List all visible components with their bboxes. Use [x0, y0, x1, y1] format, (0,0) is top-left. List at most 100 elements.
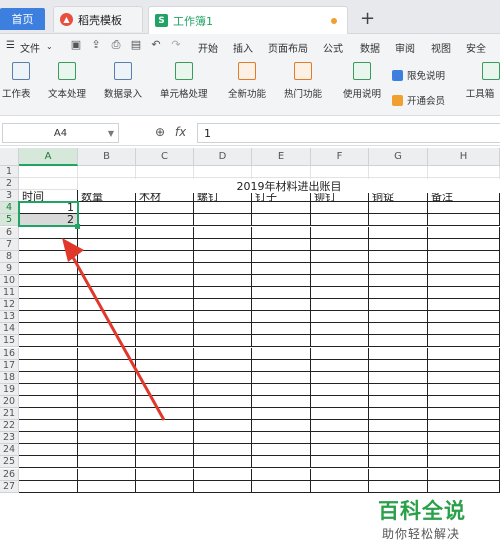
cell-f7[interactable] [311, 238, 369, 251]
cell-f16[interactable] [311, 347, 369, 360]
cell-f19[interactable] [311, 383, 369, 396]
spreadsheet-grid[interactable]: A B C D E F G H 1 2 3 时间 数量 木材 螺钉 钉子 铆钉 铜锭 备注 4 1 5 2 6 7 8 9 10 11 1… [0, 148, 500, 553]
cell-c17[interactable] [136, 359, 194, 372]
select-all-corner[interactable] [0, 148, 19, 166]
cell-e25[interactable] [252, 456, 311, 469]
cell-g4[interactable] [369, 202, 428, 215]
formula-input[interactable]: 1 [197, 123, 500, 143]
column-header-b[interactable]: B [78, 148, 136, 166]
row-header-15[interactable]: 15 [0, 335, 19, 348]
cell-e4[interactable] [252, 202, 311, 215]
menu-start[interactable]: 开始 [198, 40, 218, 55]
text-processing-button[interactable]: 文本处理 [48, 62, 86, 100]
cell-e1[interactable] [252, 166, 311, 179]
cell-g21[interactable] [369, 408, 428, 421]
cell-c24[interactable] [136, 444, 194, 457]
menu-file[interactable]: 文件 [20, 40, 40, 55]
cell-c7[interactable] [136, 238, 194, 251]
cell-h26[interactable] [428, 468, 500, 481]
cell-c5[interactable] [136, 214, 194, 227]
cell-b6[interactable] [78, 226, 136, 239]
row-header-19[interactable]: 19 [0, 383, 19, 396]
open-member-button[interactable]: 开通会员 [392, 93, 445, 107]
hamburger-icon[interactable]: ☰ [6, 40, 15, 51]
free-limit-button[interactable]: 限免说明 [392, 68, 445, 82]
fx-icon[interactable]: fx [175, 125, 186, 139]
cell-h20[interactable] [428, 395, 500, 408]
cell-e13[interactable] [252, 311, 311, 324]
cell-c22[interactable] [136, 420, 194, 433]
menu-view[interactable]: 视图 [431, 40, 451, 55]
cell-f4[interactable] [311, 202, 369, 215]
cell-c12[interactable] [136, 299, 194, 312]
cell-h13[interactable] [428, 311, 500, 324]
cell-g14[interactable] [369, 323, 428, 336]
cell-e11[interactable] [252, 287, 311, 300]
cell-b23[interactable] [78, 432, 136, 445]
cell-h19[interactable] [428, 383, 500, 396]
cell-h9[interactable] [428, 262, 500, 275]
cell-d6[interactable] [194, 226, 252, 239]
cell-h15[interactable] [428, 335, 500, 348]
cell-g1[interactable] [369, 166, 428, 179]
new-tab-button[interactable]: + [360, 8, 375, 29]
row-header-21[interactable]: 21 [0, 408, 19, 421]
cell-g22[interactable] [369, 420, 428, 433]
cell-h27[interactable] [428, 480, 500, 493]
cell-a17[interactable] [19, 359, 78, 372]
cell-h22[interactable] [428, 420, 500, 433]
cell-a15[interactable] [19, 335, 78, 348]
cell-b14[interactable] [78, 323, 136, 336]
cell-a24[interactable] [19, 444, 78, 457]
cell-g13[interactable] [369, 311, 428, 324]
row-header-20[interactable]: 20 [0, 395, 19, 408]
row-header-18[interactable]: 18 [0, 371, 19, 384]
cell-a19[interactable] [19, 383, 78, 396]
column-header-e[interactable]: E [252, 148, 311, 166]
row-header-24[interactable]: 24 [0, 444, 19, 457]
data-entry-button[interactable]: 数据录入 [104, 62, 142, 100]
cell-d7[interactable] [194, 238, 252, 251]
cell-b27[interactable] [78, 480, 136, 493]
menu-page-layout[interactable]: 页面布局 [268, 40, 308, 55]
cell-a12[interactable] [19, 299, 78, 312]
cell-a26[interactable] [19, 468, 78, 481]
cell-b18[interactable] [78, 371, 136, 384]
cell-b7[interactable] [78, 238, 136, 251]
cell-c27[interactable] [136, 480, 194, 493]
cell-e5[interactable] [252, 214, 311, 227]
row-header-2[interactable]: 2 [0, 178, 19, 191]
cell-e24[interactable] [252, 444, 311, 457]
cell-g23[interactable] [369, 432, 428, 445]
cell-a23[interactable] [19, 432, 78, 445]
cell-h18[interactable] [428, 371, 500, 384]
column-header-d[interactable]: D [194, 148, 252, 166]
cell-a2[interactable] [19, 178, 78, 191]
cell-e23[interactable] [252, 432, 311, 445]
cell-g27[interactable] [369, 480, 428, 493]
cell-h23[interactable] [428, 432, 500, 445]
cell-e18[interactable] [252, 371, 311, 384]
cell-b1[interactable] [78, 166, 136, 179]
cell-d26[interactable] [194, 468, 252, 481]
cell-e22[interactable] [252, 420, 311, 433]
column-header-h[interactable]: H [428, 148, 500, 166]
cell-f25[interactable] [311, 456, 369, 469]
cell-a10[interactable] [19, 274, 78, 287]
cell-b5[interactable] [78, 214, 136, 227]
column-header-c[interactable]: C [136, 148, 194, 166]
row-header-5[interactable]: 5 [0, 214, 19, 227]
cell-d25[interactable] [194, 456, 252, 469]
cell-d14[interactable] [194, 323, 252, 336]
cell-a1[interactable] [19, 166, 78, 179]
row-header-23[interactable]: 23 [0, 432, 19, 445]
cell-g15[interactable] [369, 335, 428, 348]
cell-a11[interactable] [19, 287, 78, 300]
cell-f13[interactable] [311, 311, 369, 324]
cell-g24[interactable] [369, 444, 428, 457]
row-header-6[interactable]: 6 [0, 226, 19, 239]
row-header-7[interactable]: 7 [0, 238, 19, 251]
cell-h17[interactable] [428, 359, 500, 372]
row-header-1[interactable]: 1 [0, 166, 19, 179]
cell-h16[interactable] [428, 347, 500, 360]
